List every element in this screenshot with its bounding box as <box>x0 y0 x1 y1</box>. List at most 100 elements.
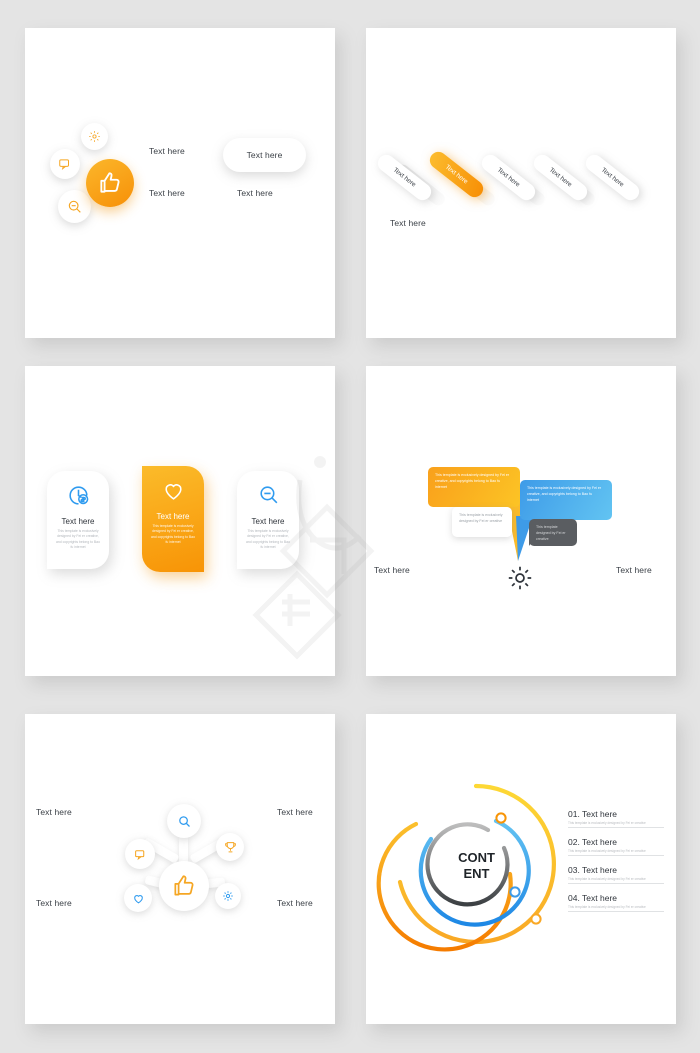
gear-icon <box>89 131 100 142</box>
rings-list-item-3-rule <box>568 883 664 884</box>
speech-bubble-gear-wrap[interactable] <box>506 564 534 597</box>
speech-bubble-white[interactable]: This template is exclusively designed by… <box>452 507 512 537</box>
speech-bubble-dark-text: This template designed by Fei er creativ… <box>536 525 566 541</box>
leaf-card-1-title: Text here <box>61 517 95 526</box>
speech-bubble-dark[interactable]: This template designed by Fei er creativ… <box>529 519 577 546</box>
panel2-caption: Text here <box>390 218 426 228</box>
rings-list-item-1-sub: This template is exclusively designed by… <box>568 821 646 825</box>
panel4-label-left: Text here <box>374 565 410 575</box>
panel1-button-label: Text here <box>246 150 283 160</box>
panel1-label-2: Text here <box>149 188 185 198</box>
circle-node-zoom-out[interactable] <box>58 190 91 223</box>
rings-center-line1: CONT <box>458 850 495 865</box>
panel-speech-bubbles: This template is exclusively designed by… <box>366 366 676 676</box>
leaf-card-2-icon-wrap <box>147 472 199 508</box>
panel5-label-top-left: Text here <box>36 807 72 817</box>
heart-icon <box>133 894 143 903</box>
panel5-label-bottom-right: Text here <box>277 898 313 908</box>
rings-list-item-1-rule <box>568 827 664 828</box>
panel1-label-4: Text here <box>237 188 273 198</box>
thumbs-up-icon <box>100 172 120 193</box>
search-icon <box>178 815 190 827</box>
rings-list-item-1[interactable]: 01. Text here This template is exclusive… <box>568 809 664 828</box>
rings-list-item-3-label: Text here <box>582 865 618 875</box>
leaf-card-1-icon-wrap <box>52 477 104 513</box>
rings-list-item-1-title: 01. Text here <box>568 809 664 819</box>
rings-list-item-4[interactable]: 04. Text here This template is exclusive… <box>568 893 664 912</box>
leaf-card-2[interactable]: Text here This template is exclusively d… <box>142 466 204 572</box>
leaf-card-3[interactable]: Text here This template is exclusively d… <box>237 471 299 569</box>
node-search[interactable] <box>167 804 201 838</box>
rings-list-item-2[interactable]: 02. Text here This template is exclusive… <box>568 837 664 856</box>
heart-icon <box>164 483 182 500</box>
diagonal-pill-3-label: Text here <box>495 166 522 189</box>
rings-list-item-2-num: 02. <box>568 837 580 847</box>
speech-bubble-orange-text: This template is exclusively designed by… <box>435 473 510 489</box>
node-heart[interactable] <box>124 884 152 912</box>
trophy-icon <box>224 841 236 852</box>
marker-blue-mid <box>509 886 521 898</box>
rings-list-item-1-label: Text here <box>582 809 618 819</box>
node-comment[interactable] <box>125 839 155 869</box>
speech-bubble-orange[interactable]: This template is exclusively designed by… <box>428 467 520 507</box>
rings-list-item-3-sub: This template is exclusively designed by… <box>568 877 646 881</box>
leaf-card-2-title: Text here <box>156 512 190 521</box>
node-center-thumbs-up[interactable] <box>159 861 209 911</box>
circle-node-thumbs-up[interactable] <box>86 159 134 207</box>
leaf-card-1-body: This template is exclusively designed by… <box>56 529 100 549</box>
rings-list-item-1-num: 01. <box>568 809 580 819</box>
rings-list-item-4-label: Text here <box>582 893 618 903</box>
zoom-out-icon <box>259 485 277 503</box>
leaf-card-3-title: Text here <box>251 517 285 526</box>
leaf-card-3-body: This template is exclusively designed by… <box>246 529 290 549</box>
panel4-label-right: Text here <box>616 565 652 575</box>
panel-circular-rings: CONT ENT 01. Text here This template is … <box>366 714 676 1024</box>
circle-node-comment[interactable] <box>50 149 80 179</box>
node-gear[interactable] <box>215 883 241 909</box>
circle-node-gear[interactable] <box>81 123 108 150</box>
diagonal-pill-4-label: Text here <box>547 166 574 189</box>
panel1-label-1: Text here <box>149 146 185 156</box>
panel-diagonal-pills: Text here Text here Text here Text here … <box>366 28 676 338</box>
rings-list-item-4-num: 04. <box>568 893 580 903</box>
rings-list-item-4-sub: This template is exclusively designed by… <box>568 905 646 909</box>
panel-node-network: Text here Text here Text here Text here <box>25 714 335 1024</box>
zoom-out-icon <box>68 200 81 213</box>
rings-center-text: CONT ENT <box>434 850 519 883</box>
comment-icon <box>134 849 144 860</box>
diagonal-pill-1-label: Text here <box>391 166 418 189</box>
rings-list-item-2-rule <box>568 855 664 856</box>
rings-list-item-4-rule <box>568 911 664 912</box>
speech-bubble-white-text: This template is exclusively designed by… <box>459 513 503 523</box>
marker-orange-top <box>495 812 507 824</box>
rings-center-line2: ENT <box>463 866 490 882</box>
diagonal-pill-1[interactable]: Text here <box>374 151 435 204</box>
comment-icon <box>59 159 69 170</box>
node-trophy[interactable] <box>216 833 244 861</box>
gear-icon <box>223 891 233 901</box>
bubble-tails <box>464 501 542 561</box>
leaf-card-1[interactable]: Text here This template is exclusively d… <box>47 471 109 569</box>
rings-list-item-2-label: Text here <box>582 837 618 847</box>
rings-list-item-3-title: 03. Text here <box>568 865 664 875</box>
rings-list-item-3[interactable]: 03. Text here This template is exclusive… <box>568 865 664 884</box>
leaf-card-3-icon-wrap <box>242 477 294 513</box>
rings-list-item-3-num: 03. <box>568 865 580 875</box>
diagonal-pill-2-label: Text here <box>443 163 470 186</box>
panel5-label-top-right: Text here <box>277 807 313 817</box>
rings-list-item-2-title: 02. Text here <box>568 837 664 847</box>
marker-yellow-bottom <box>530 913 542 925</box>
speech-bubble-blue-text: This template is exclusively designed by… <box>527 486 602 502</box>
panel-leaf-cards: Text here This template is exclusively d… <box>25 366 335 676</box>
speech-bubble-blue[interactable]: This template is exclusively designed by… <box>520 480 612 520</box>
thumbs-up-icon <box>174 875 194 896</box>
panel1-pill-button[interactable]: Text here <box>223 138 306 172</box>
clock-dollar-icon <box>68 485 88 505</box>
rings-list-item-2-sub: This template is exclusively designed by… <box>568 849 646 853</box>
diagonal-pill-5-label: Text here <box>599 166 626 189</box>
panel-circle-cluster: Text here Text here Text here Text here <box>25 28 335 338</box>
panel5-label-bottom-left: Text here <box>36 898 72 908</box>
rings-list-item-4-title: 04. Text here <box>568 893 664 903</box>
gear-icon <box>508 566 532 590</box>
infographic-template-sheet: Text here Text here Text here Text here … <box>0 0 700 1053</box>
